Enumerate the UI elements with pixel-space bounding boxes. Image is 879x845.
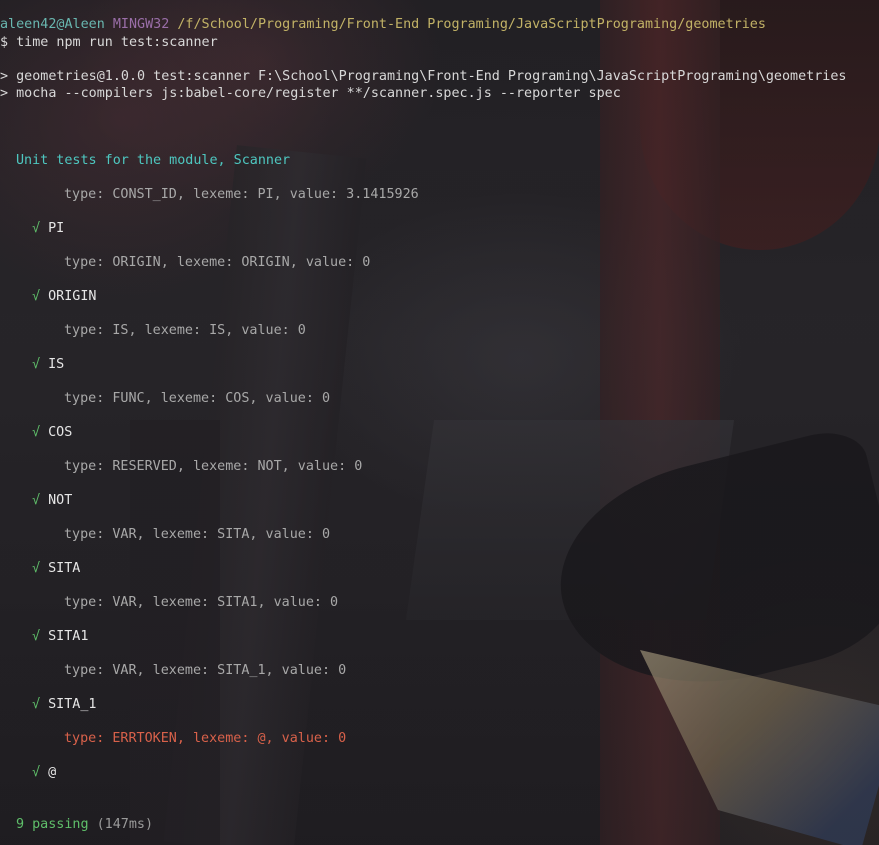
command-line: $ time npm run test:scanner (0, 34, 218, 52)
error-log-line: type: ERRTOKEN, lexeme: @, value: 0 (64, 731, 347, 746)
log-line: type: VAR, lexeme: SITA_1, value: 0 (64, 663, 347, 678)
test-result-item: √ SITA_1 (32, 696, 97, 714)
prompt-symbol: $ (0, 35, 9, 50)
log-line: type: FUNC, lexeme: COS, value: 0 (64, 391, 331, 406)
check-icon: √ (32, 357, 41, 372)
log-line: type: CONST_ID, lexeme: PI, value: 3.141… (64, 187, 419, 202)
check-icon: √ (32, 561, 41, 576)
check-icon: √ (32, 493, 41, 508)
test-result-item: √ COS (32, 424, 72, 442)
log-line: type: RESERVED, lexeme: NOT, value: 0 (64, 459, 363, 474)
test-result-item: √ SITA1 (32, 628, 88, 646)
command-text: time npm run test:scanner (16, 35, 218, 50)
test-summary: 9 passing (147ms) (16, 816, 153, 834)
test-result-item: √ NOT (32, 492, 72, 510)
check-icon: √ (32, 629, 41, 644)
log-line: type: ORIGIN, lexeme: ORIGIN, value: 0 (64, 255, 371, 270)
test-name: PI (48, 221, 65, 236)
prompt-user-host: aleen42@Aleen (0, 17, 105, 32)
check-icon: √ (32, 289, 41, 304)
check-icon: √ (32, 697, 41, 712)
test-name: @ (48, 765, 57, 780)
test-duration: (147ms) (96, 817, 154, 832)
check-icon: √ (32, 425, 41, 440)
test-name: SITA_1 (48, 697, 97, 712)
prompt-line: aleen42@Aleen MINGW32 /f/School/Programi… (0, 16, 766, 34)
test-name: NOT (48, 493, 73, 508)
test-result-item: √ SITA (32, 560, 80, 578)
check-icon: √ (32, 765, 41, 780)
test-name: SITA1 (48, 629, 89, 644)
test-result-item: √ PI (32, 220, 64, 238)
npm-output-line: > mocha --compilers js:babel-core/regist… (0, 86, 621, 101)
log-line: type: VAR, lexeme: SITA1, value: 0 (64, 595, 339, 610)
test-result-item: √ @ (32, 764, 56, 782)
log-line: type: VAR, lexeme: SITA, value: 0 (64, 527, 331, 542)
test-result-item: √ ORIGIN (32, 288, 97, 306)
npm-output-line: > geometries@1.0.0 test:scanner F:\Schoo… (0, 69, 847, 84)
log-line: type: IS, lexeme: IS, value: 0 (64, 323, 306, 338)
terminal-output[interactable]: aleen42@Aleen MINGW32 /f/School/Programi… (0, 0, 879, 845)
test-name: IS (48, 357, 65, 372)
test-result-item: √ IS (32, 356, 64, 374)
prompt-path: /f/School/Programing/Front-End Programin… (177, 17, 766, 32)
passing-count: 9 passing (16, 817, 89, 832)
test-name: SITA (48, 561, 81, 576)
check-icon: √ (32, 221, 41, 236)
prompt-system: MINGW32 (112, 17, 170, 32)
test-name: COS (48, 425, 73, 440)
test-name: ORIGIN (48, 289, 97, 304)
suite-title: Unit tests for the module, Scanner (16, 153, 291, 168)
